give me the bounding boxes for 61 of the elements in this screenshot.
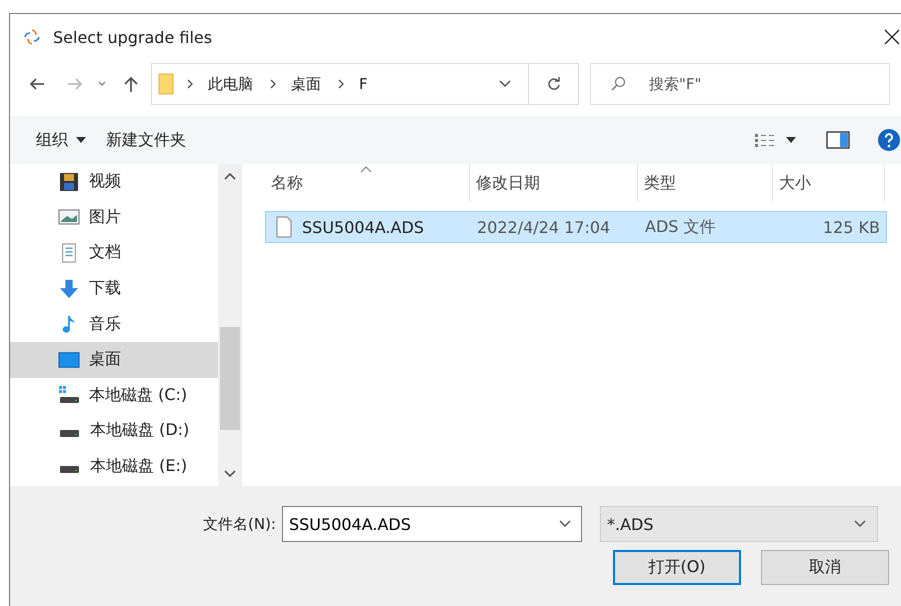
caret-icon[interactable]: [786, 137, 796, 143]
monitor-icon: [58, 350, 80, 370]
filename-field[interactable]: SSU5004A.ADS: [282, 506, 582, 542]
open-button[interactable]: 打开(O): [613, 550, 741, 585]
sidebar-item[interactable]: 本地磁盘 (C:): [10, 378, 218, 414]
column-header[interactable]: 修改日期: [470, 164, 638, 202]
organize-menu-button[interactable]: 组织: [26, 126, 96, 154]
file-icon: [276, 216, 292, 238]
film-icon: [58, 172, 80, 192]
sidebar-item[interactable]: 桌面: [10, 342, 218, 378]
refresh-button[interactable]: [529, 63, 579, 105]
column-header[interactable]: 大小: [773, 164, 885, 202]
new-folder-button[interactable]: 新建文件夹: [96, 126, 196, 154]
sidebar-item[interactable]: 下载: [10, 270, 218, 306]
download-arrow-icon: [58, 278, 80, 299]
breadcrumb-item[interactable]: 此电脑: [208, 74, 253, 94]
sidebar-item[interactable]: 视频: [10, 164, 218, 200]
sort-caret-icon: [360, 166, 372, 173]
breadcrumb-item[interactable]: F: [359, 75, 368, 93]
file-type-dropdown[interactable]: *.ADS: [600, 506, 878, 542]
close-icon[interactable]: [884, 29, 900, 45]
preview-pane-icon[interactable]: [826, 131, 850, 149]
window-title: Select upgrade files: [53, 28, 212, 46]
drive-icon: [59, 430, 80, 438]
table-cell-text: 2022/4/24 17:04: [476, 216, 612, 238]
sidebar-item[interactable]: 音乐: [10, 306, 218, 342]
image-icon: [58, 207, 80, 228]
chevron-icon: [186, 79, 194, 89]
folder-icon: [158, 73, 174, 95]
app-icon: [23, 28, 41, 46]
address-bar[interactable]: 此电脑 桌面 F: [151, 63, 529, 105]
scrollbar[interactable]: [218, 164, 241, 486]
chevron-icon: [269, 79, 277, 89]
sidebar-item[interactable]: 本地磁盘 (E:): [10, 448, 218, 484]
scroll-up-icon[interactable]: [224, 172, 236, 180]
scroll-down-icon[interactable]: [224, 470, 236, 478]
column-header[interactable]: 类型: [638, 164, 773, 202]
search-icon: [610, 76, 626, 92]
help-icon[interactable]: [878, 129, 900, 151]
dropdown-caret-icon[interactable]: [498, 79, 512, 89]
breadcrumb-item[interactable]: 桌面: [291, 74, 321, 94]
scroll-thumb[interactable]: [220, 327, 240, 430]
search-field[interactable]: 搜索"F": [590, 63, 890, 105]
refresh-icon: [546, 76, 562, 92]
file-row[interactable]: SSU5004A.ADS 2022/4/24 17:04 ADS 文件 125 KB: [265, 211, 887, 243]
sidebar-item[interactable]: 文档: [10, 235, 218, 271]
view-list-icon[interactable]: [754, 132, 776, 148]
cancel-button[interactable]: 取消: [761, 550, 889, 585]
chevron-icon: [337, 79, 345, 89]
table-cell-text: 125 KB: [822, 216, 881, 238]
dropdown-caret-icon[interactable]: [558, 519, 572, 529]
dropdown-caret-icon: [852, 519, 867, 529]
system-drive-icon: [58, 385, 80, 406]
filename-label: 文件名(N):: [203, 514, 276, 534]
drive-icon: [59, 466, 80, 474]
sidebar-item[interactable]: 图片: [10, 200, 218, 236]
table-cell-text: ADS 文件: [644, 216, 717, 238]
column-header[interactable]: 名称: [265, 164, 470, 202]
caret-icon: [76, 137, 86, 143]
table-cell: SSU5004A.ADS: [302, 218, 424, 236]
sidebar-item[interactable]: 本地磁盘 (D:): [10, 413, 218, 449]
